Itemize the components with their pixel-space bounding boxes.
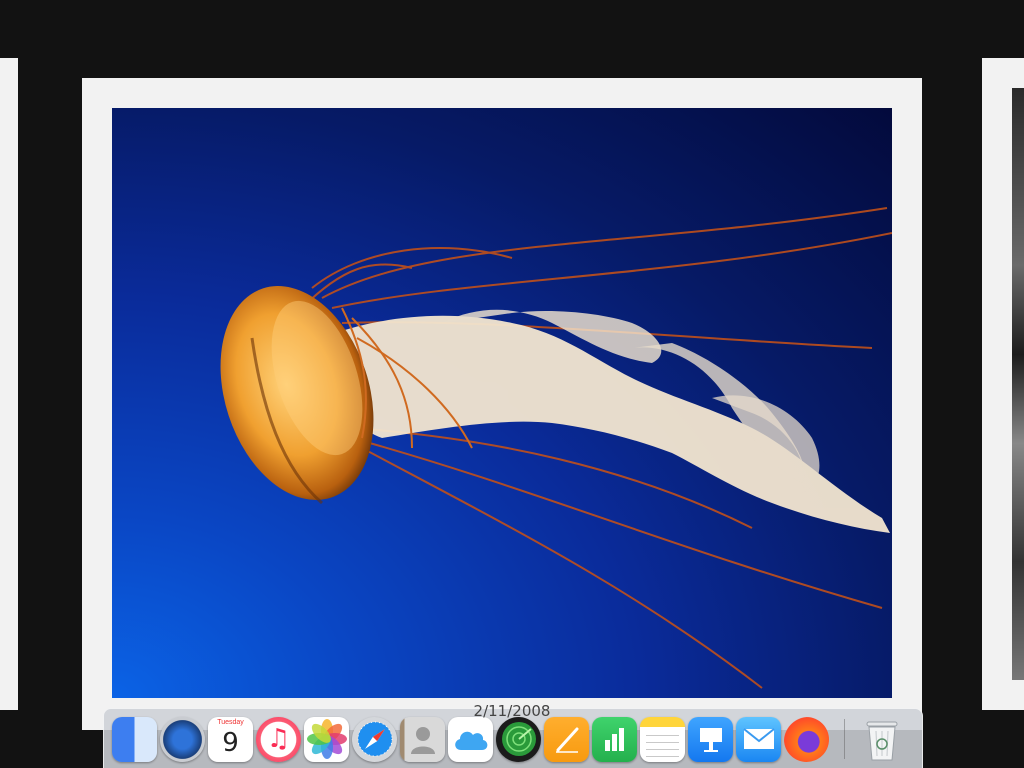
photo-date-caption: 2/11/2008	[473, 702, 551, 720]
contacts-icon[interactable]	[400, 716, 445, 762]
numbers-icon[interactable]	[592, 716, 637, 762]
photos-icon[interactable]	[304, 716, 349, 762]
icloud-icon[interactable]	[448, 716, 493, 762]
trash-icon[interactable]	[862, 716, 902, 762]
notes-line	[646, 741, 679, 743]
notes-line	[646, 748, 679, 750]
finder-icon[interactable]	[112, 716, 157, 762]
find-my-icon[interactable]	[496, 716, 541, 762]
firefox-icon[interactable]	[784, 716, 829, 762]
music-note-glyph: ♫	[266, 724, 291, 754]
notes-line	[646, 755, 679, 757]
dock-separator	[844, 719, 845, 759]
notes-icon[interactable]	[640, 716, 685, 762]
calendar-icon[interactable]: Tuesday 9	[208, 716, 253, 762]
next-slide[interactable]	[982, 58, 1024, 710]
jellyfish-photo	[112, 108, 892, 698]
calendar-day: 9	[222, 727, 239, 758]
safari-icon[interactable]	[352, 716, 397, 762]
launchpad-icon[interactable]	[160, 716, 205, 762]
current-slide	[82, 78, 922, 730]
keynote-icon[interactable]	[688, 716, 733, 762]
music-icon[interactable]: ♫	[256, 716, 301, 762]
previous-slide[interactable]	[0, 58, 18, 710]
pages-icon[interactable]	[544, 716, 589, 762]
mail-icon[interactable]	[736, 716, 781, 762]
next-photo-thumbnail	[1012, 88, 1024, 680]
notes-line	[646, 734, 679, 736]
